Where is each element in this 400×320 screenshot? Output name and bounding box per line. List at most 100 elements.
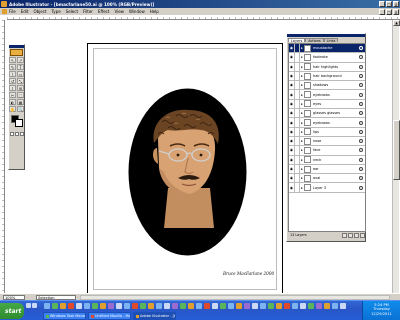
taskbar-launcher-icon[interactable] bbox=[140, 303, 146, 309]
type-tool-icon[interactable]: T bbox=[17, 64, 24, 70]
close-button[interactable]: x bbox=[393, 1, 399, 7]
start-button[interactable]: start bbox=[0, 303, 24, 319]
taskbar-launcher-icon[interactable] bbox=[308, 303, 314, 309]
taskbar-launcher-icon[interactable] bbox=[92, 303, 98, 309]
make-clipping-mask-button[interactable] bbox=[342, 232, 347, 238]
layer-target-icon[interactable] bbox=[359, 139, 363, 144]
menu-view[interactable]: View bbox=[114, 9, 124, 14]
layer-name[interactable]: neck bbox=[313, 158, 359, 162]
layer-name[interactable]: shadows bbox=[313, 83, 359, 87]
layer-name[interactable]: oval bbox=[313, 176, 359, 180]
layer-target-icon[interactable] bbox=[359, 46, 363, 51]
vertical-scrollbar[interactable]: ▲ ▼ bbox=[392, 20, 400, 301]
taskbar-task-button[interactable]: Untitled Mozilla - Mozi... bbox=[88, 312, 131, 320]
taskbar-launcher-icon[interactable] bbox=[84, 303, 90, 309]
taskbar-launcher-icon[interactable] bbox=[260, 303, 266, 309]
menu-window[interactable]: Window bbox=[129, 9, 145, 14]
taskbar-launcher-icon[interactable] bbox=[284, 303, 290, 309]
taskbar-task-button[interactable]: Windows Task Manager bbox=[43, 312, 86, 320]
taskbar-launcher-icon[interactable] bbox=[100, 303, 106, 309]
menu-type[interactable]: Type bbox=[51, 9, 60, 14]
taskbar-launcher-icon[interactable] bbox=[188, 303, 194, 309]
layer-row[interactable]: ◉ ▸ lips bbox=[289, 127, 365, 137]
layer-name[interactable]: lips bbox=[313, 130, 359, 134]
layer-target-icon[interactable] bbox=[359, 185, 363, 190]
show-desktop-icon[interactable] bbox=[26, 303, 31, 308]
layer-target-icon[interactable] bbox=[359, 120, 363, 125]
hand-tool-icon[interactable]: ✋ bbox=[9, 106, 16, 112]
taskbar-launcher-icon[interactable] bbox=[180, 303, 186, 309]
menu-filter[interactable]: Filter bbox=[83, 9, 93, 14]
taskbar-launcher-icon[interactable] bbox=[212, 303, 218, 309]
taskbar-launcher-icon[interactable] bbox=[244, 303, 250, 309]
layer-name[interactable]: eyes bbox=[313, 102, 359, 106]
vertical-scroll-thumb[interactable] bbox=[393, 120, 400, 180]
taskbar-launcher-icon[interactable] bbox=[300, 303, 306, 309]
menu-effect[interactable]: Effect bbox=[98, 9, 110, 14]
selection-tool-icon[interactable]: ↖ bbox=[9, 57, 16, 63]
layer-name[interactable]: footnote bbox=[313, 55, 359, 59]
layer-row[interactable]: ◉ ▸ shadows bbox=[289, 81, 365, 91]
taskbar-launcher-icon[interactable] bbox=[44, 303, 50, 309]
portrait-artwork[interactable] bbox=[128, 88, 247, 256]
taskbar-launcher-icon[interactable] bbox=[156, 303, 162, 309]
rotate-tool-icon[interactable]: ↺ bbox=[9, 78, 16, 84]
layer-name[interactable]: moustache bbox=[313, 46, 359, 50]
layer-name[interactable]: hair background bbox=[313, 74, 359, 78]
slice-tool-icon[interactable]: ⬚ bbox=[17, 92, 24, 98]
scale-tool-icon[interactable]: ⤡ bbox=[17, 78, 24, 84]
doc-close-button[interactable]: x bbox=[393, 8, 399, 15]
taskbar-launcher-icon[interactable] bbox=[316, 303, 322, 309]
taskbar-launcher-icon[interactable] bbox=[108, 303, 114, 309]
menu-edit[interactable]: Edit bbox=[21, 9, 29, 14]
layer-target-icon[interactable] bbox=[359, 157, 363, 162]
layer-row[interactable]: ◉ ▸ hair highlights bbox=[289, 62, 365, 72]
illustrator-logo-icon[interactable] bbox=[10, 49, 23, 56]
menu-object[interactable]: Object bbox=[33, 9, 46, 14]
taskbar-launcher-icon[interactable] bbox=[228, 303, 234, 309]
taskbar-launcher-icon[interactable] bbox=[276, 303, 282, 309]
taskbar-launcher-icon[interactable] bbox=[220, 303, 226, 309]
layer-name[interactable]: hair highlights bbox=[313, 65, 359, 69]
layer-target-icon[interactable] bbox=[359, 74, 363, 79]
toolbox-titlebar[interactable] bbox=[9, 45, 24, 48]
layer-row[interactable]: ◉ ▸ glasses glasses bbox=[289, 109, 365, 119]
layer-row[interactable]: ◉ ▸ hair background bbox=[289, 71, 365, 82]
layer-target-icon[interactable] bbox=[359, 92, 363, 97]
blend-tool-icon[interactable]: ◐ bbox=[9, 99, 16, 105]
layer-target-icon[interactable] bbox=[359, 129, 363, 134]
layer-name[interactable]: face bbox=[313, 148, 359, 152]
layer-target-icon[interactable] bbox=[359, 176, 363, 181]
warp-tool-icon[interactable]: ⌇ bbox=[9, 85, 16, 91]
color-mode-button[interactable] bbox=[9, 132, 14, 136]
layer-row[interactable]: ◉ ▸ Layer 3 bbox=[289, 183, 365, 193]
taskbar-launcher-icon[interactable] bbox=[172, 303, 178, 309]
tab-actions[interactable]: Actions bbox=[305, 37, 324, 43]
layer-name[interactable]: eyebrows bbox=[313, 121, 359, 125]
taskbar-launcher-icon[interactable] bbox=[332, 303, 338, 309]
taskbar-launcher-icon[interactable] bbox=[204, 303, 210, 309]
taskbar-launcher-icon[interactable] bbox=[132, 303, 138, 309]
layer-row[interactable]: ◉ ▸ neck bbox=[289, 155, 365, 165]
taskbar-launcher-icon[interactable] bbox=[60, 303, 66, 309]
maximize-button[interactable]: □ bbox=[386, 1, 392, 7]
new-sublayer-button[interactable] bbox=[348, 232, 353, 238]
taskbar-launcher-icon[interactable] bbox=[252, 303, 258, 309]
taskbar-launcher-icon[interactable] bbox=[292, 303, 298, 309]
menu-file[interactable]: File bbox=[9, 9, 16, 14]
layer-target-icon[interactable] bbox=[359, 101, 363, 106]
layer-row[interactable]: ◉ ▸ face bbox=[289, 146, 365, 156]
graph-tool-icon[interactable]: ⊞ bbox=[17, 85, 24, 91]
menu-select[interactable]: Select bbox=[66, 9, 78, 14]
direct-selection-tool-icon[interactable]: ↗ bbox=[17, 57, 24, 63]
document-icon[interactable] bbox=[2, 9, 7, 14]
taskbar-launcher-icon[interactable] bbox=[68, 303, 74, 309]
line-tool-icon[interactable]: \ bbox=[9, 71, 16, 77]
layer-row[interactable]: ◉ ▸ eyes bbox=[289, 99, 365, 110]
browser-launch-icon[interactable] bbox=[32, 303, 37, 308]
layer-name[interactable]: ear bbox=[313, 167, 359, 171]
layer-row[interactable]: ◉ ▸ ear bbox=[289, 164, 365, 175]
layer-name[interactable]: Layer 3 bbox=[313, 186, 359, 190]
menu-help[interactable]: Help bbox=[150, 9, 159, 14]
doc-minimize-button[interactable]: _ bbox=[379, 8, 385, 15]
